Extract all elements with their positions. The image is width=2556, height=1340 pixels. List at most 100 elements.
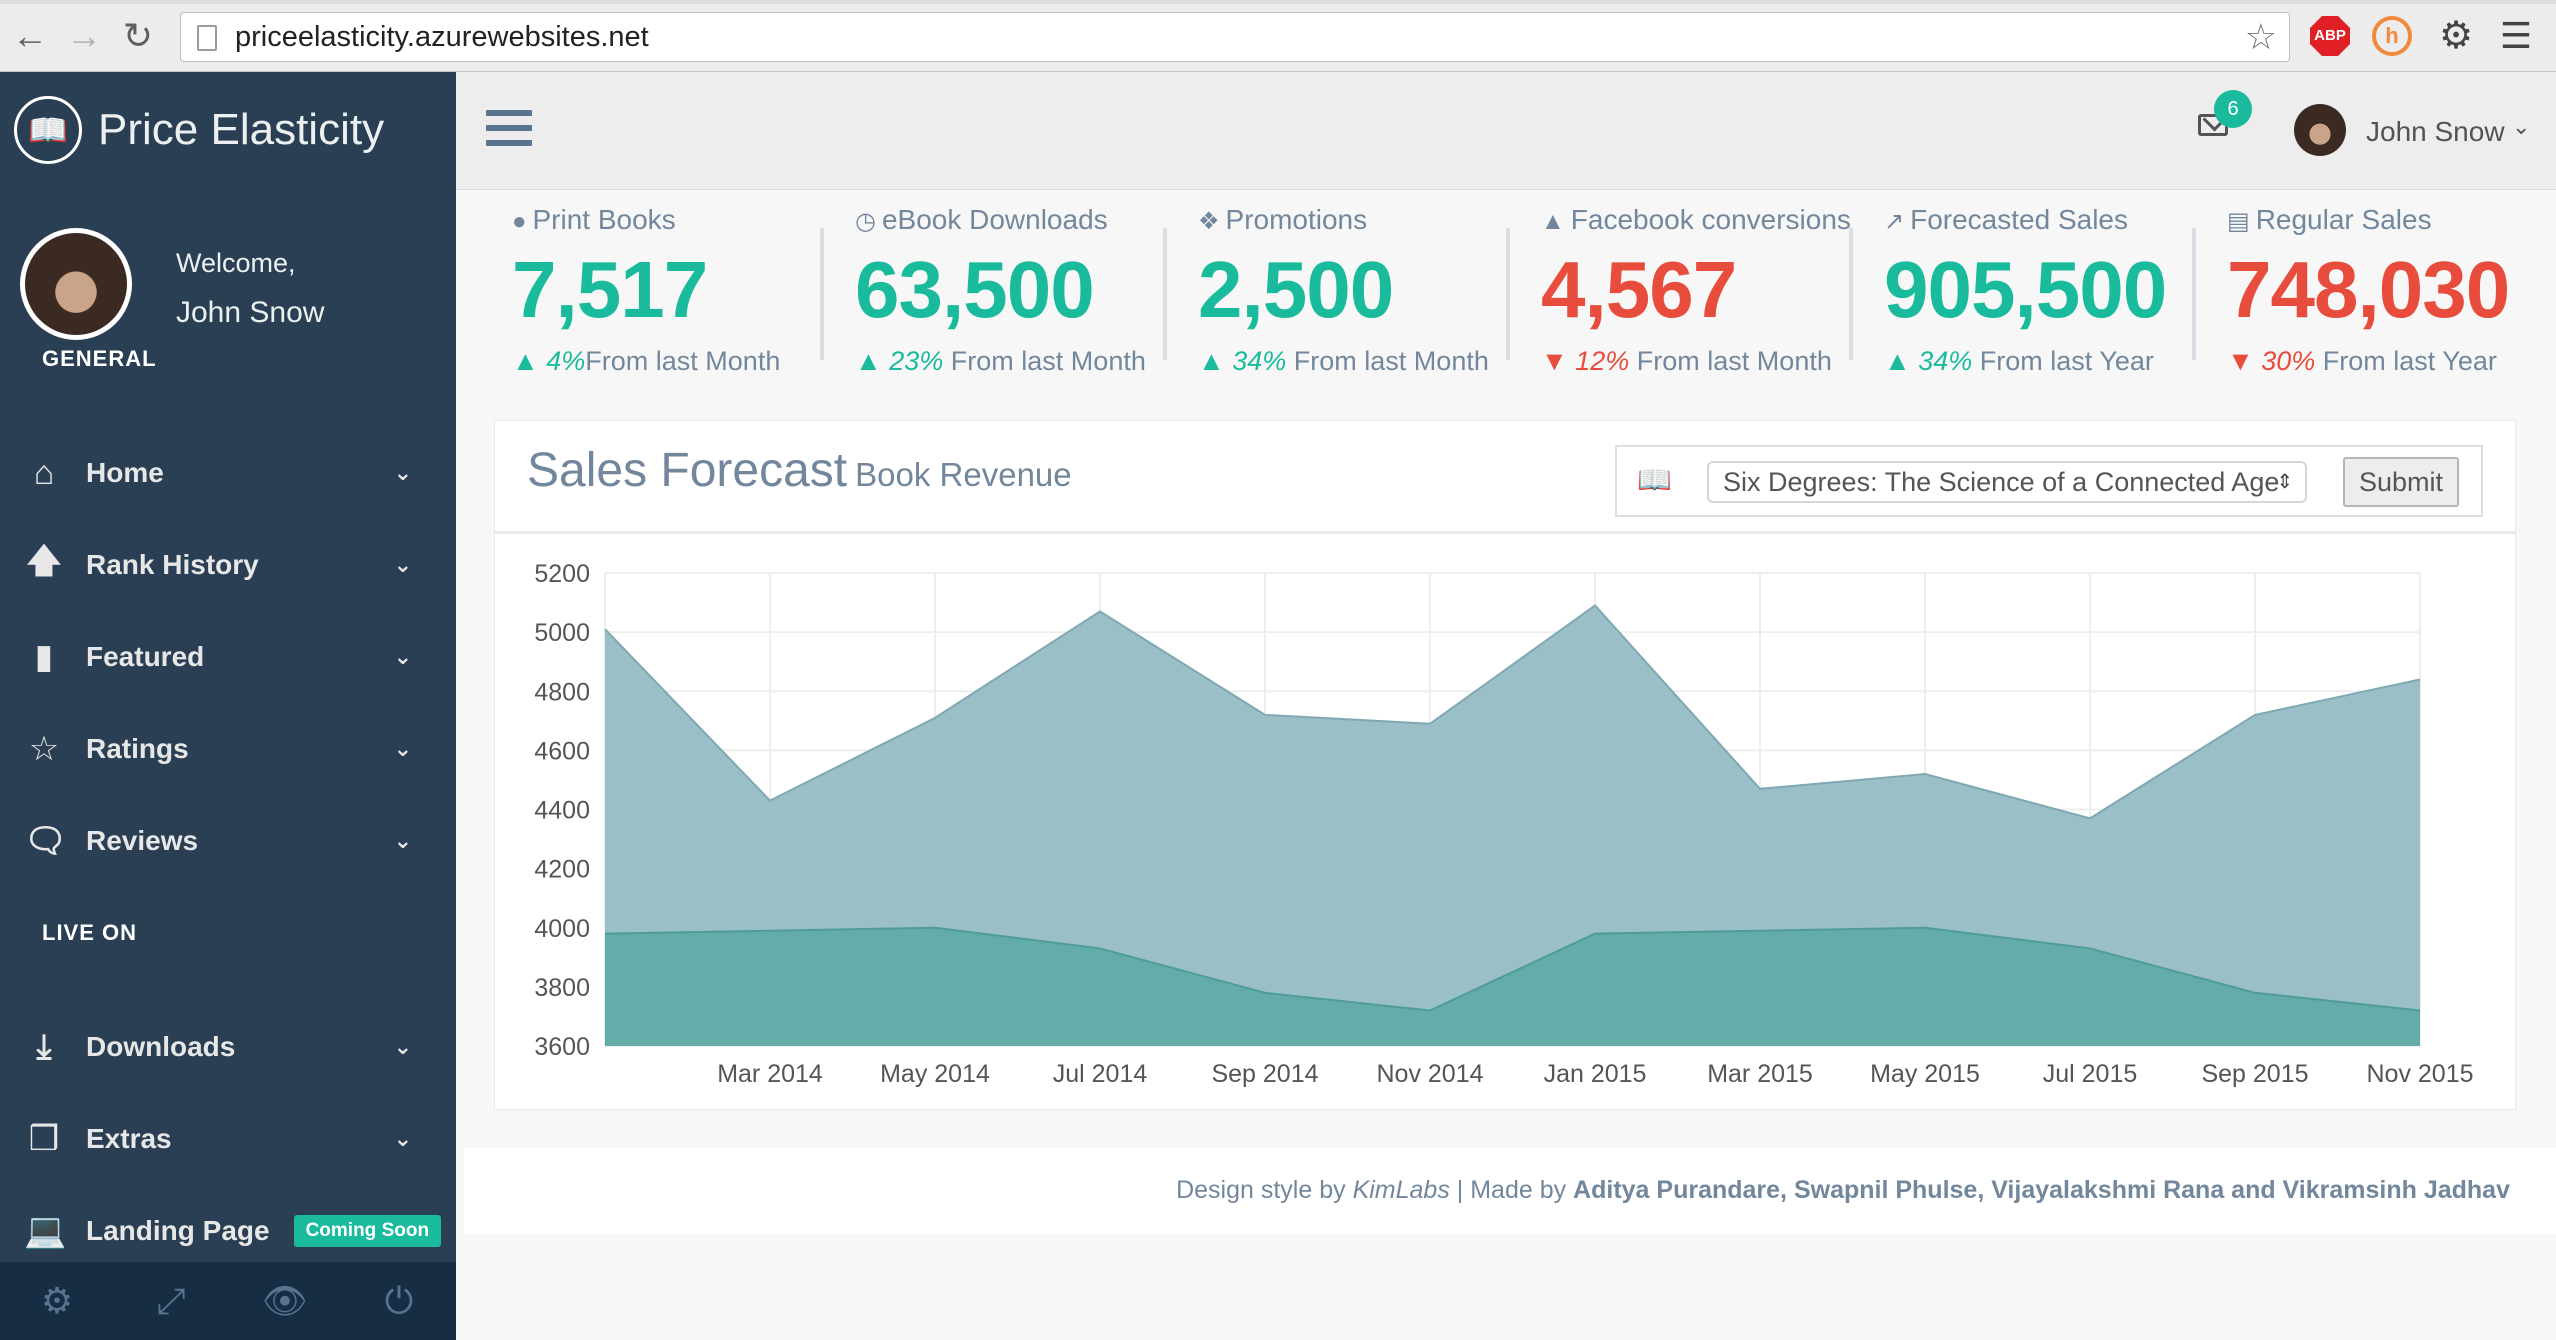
x-tick-label: Nov 2015: [2366, 1060, 2473, 1088]
stat-divider: [820, 228, 824, 360]
select-arrows-icon: ⇕: [2276, 471, 2293, 493]
stat-ebook-downloads: ◷ eBook Downloads 63,500 ▲ 23% From last …: [855, 204, 1185, 384]
stat-value: 7,517: [512, 245, 708, 334]
tags-icon: ❖: [1198, 208, 1220, 235]
panel-title: Sales Forecast Book Revenue: [527, 444, 1072, 497]
section-title-general: GENERAL: [42, 346, 157, 371]
book-select-form: 📖 Six Degrees: The Science of a Connecte…: [1615, 445, 2483, 517]
sidebar-item-featured[interactable]: ▮ Featured ⌄: [0, 622, 456, 692]
stat-value: 748,030: [2227, 245, 2510, 334]
chevron-down-icon: ⌄: [393, 644, 412, 669]
home-icon: ⌂: [33, 453, 55, 492]
stat-label: ● Print Books: [512, 204, 676, 235]
top-navbar: 6 John Snow ⌄: [456, 72, 2556, 190]
studio-name: KimLabs: [1352, 1176, 1450, 1204]
x-tick-label: Jul 2014: [1053, 1060, 1148, 1088]
user-avatar[interactable]: [2294, 104, 2346, 156]
credit-card-icon: ▤: [2227, 208, 2250, 235]
chevron-down-icon: ⌄: [393, 1126, 412, 1151]
x-tick-label: Jan 2015: [1544, 1060, 1647, 1088]
profile-avatar: [20, 228, 132, 340]
book-icon: 📖: [1637, 464, 1672, 495]
sidebar-item-downloads[interactable]: ⤓ Downloads ⌄: [0, 1012, 456, 1082]
sidebar-item-extras[interactable]: ❒ Extras ⌄: [0, 1104, 456, 1174]
footer-credits: Design style by KimLabs | Made by Aditya…: [1176, 1176, 2510, 1204]
book-select[interactable]: Six Degrees: The Science of a Connected …: [1707, 461, 2307, 503]
bookmark-star-icon[interactable]: ☆: [2245, 17, 2277, 57]
book-logo-icon: 📖: [14, 96, 82, 164]
fullscreen-icon[interactable]: ⤢: [114, 1262, 228, 1340]
sidebar-item-label: Landing Page: [86, 1215, 270, 1246]
x-tick-label: Nov 2014: [1376, 1060, 1483, 1088]
page-footer: Design style by KimLabs | Made by Aditya…: [464, 1148, 2556, 1234]
x-tick-label: Mar 2014: [717, 1060, 823, 1088]
stat-value: 2,500: [1198, 245, 1394, 334]
stat-value: 63,500: [855, 245, 1095, 334]
chevron-down-icon: ⌄: [393, 460, 412, 485]
stat-value: 905,500: [1884, 245, 2167, 334]
stat-change: ▲ 23% From last Month: [855, 346, 1146, 376]
thumbs-up-icon: ▲: [1541, 208, 1565, 235]
authors: Aditya Purandare, Swapnil Phulse, Vijaya…: [1573, 1176, 2510, 1204]
address-bar[interactable]: priceelasticity.azurewebsites.net ☆: [180, 12, 2290, 62]
sidebar-item-landing-page[interactable]: 💻 Landing Page Coming Soon: [0, 1196, 456, 1266]
sales-forecast-chart: 3600 3800 4000 4200 4400 4600 4800 5000 5200 Mar …: [495, 541, 2515, 1109]
gear-icon[interactable]: ⚙: [0, 1262, 114, 1340]
sidebar-item-label: Ratings: [86, 733, 189, 764]
adblock-extension-icon[interactable]: ABP: [2310, 16, 2350, 56]
x-tick-label: Mar 2015: [1707, 1060, 1813, 1088]
browser-menu-icon[interactable]: ☰: [2496, 16, 2536, 56]
stat-change: ▼ 12% From last Month: [1541, 346, 1832, 376]
browser-toolbar: ← → ↻ priceelasticity.azurewebsites.net …: [0, 0, 2556, 72]
x-tick-label: Sep 2015: [2201, 1060, 2308, 1088]
messages-count-badge: 6: [2214, 90, 2252, 128]
power-icon[interactable]: ⏻: [342, 1262, 456, 1340]
stat-forecasted-sales: ↗ Forecasted Sales 905,500 ▲ 34% From las…: [1884, 204, 2214, 384]
eye-slash-icon[interactable]: 👁: [228, 1262, 342, 1340]
y-tick-label: 4400: [534, 797, 590, 825]
y-tick-label: 5000: [534, 619, 590, 647]
stat-change: ▲ 34% From last Year: [1884, 346, 2154, 376]
bookmark-icon: ▮: [34, 638, 54, 676]
brand-link[interactable]: 📖 Price Elasticity: [14, 94, 384, 166]
stat-label: ◷ eBook Downloads: [855, 204, 1108, 235]
forward-arrow-icon[interactable]: →: [64, 16, 104, 56]
x-tick-label: Sep 2014: [1211, 1060, 1318, 1088]
sidebar: 📖 Price Elasticity Welcome, John Snow GE…: [0, 72, 456, 1340]
stat-label: ↗ Forecasted Sales: [1884, 204, 2128, 235]
y-tick-label: 4800: [534, 678, 590, 706]
panel-divider: [495, 531, 2515, 534]
stat-divider: [1849, 228, 1853, 360]
stat-value: 4,567: [1541, 245, 1737, 334]
reload-icon[interactable]: ↻: [118, 16, 158, 56]
laptop-icon: 💻: [24, 1212, 67, 1250]
user-menu-name[interactable]: John Snow: [2366, 116, 2505, 148]
sidebar-item-ratings[interactable]: ☆ Ratings ⌄: [0, 714, 456, 784]
sidebar-footer: ⚙ ⤢ 👁 ⏻: [0, 1262, 456, 1340]
back-arrow-icon[interactable]: ←: [10, 16, 50, 56]
caret-up-icon: ▲: [512, 346, 539, 376]
x-tick-label: May 2015: [1870, 1060, 1980, 1088]
sidebar-item-rank-history[interactable]: 🡅 Rank History ⌄: [0, 530, 456, 600]
submit-button[interactable]: Submit: [2343, 457, 2459, 507]
line-chart-icon: ↗: [1884, 208, 1905, 235]
y-tick-label: 3800: [534, 974, 590, 1002]
stat-divider: [1506, 228, 1510, 360]
y-tick-label: 3600: [534, 1033, 590, 1061]
brand-title: Price Elasticity: [98, 105, 385, 154]
chevron-down-icon[interactable]: ⌄: [2512, 114, 2530, 140]
stat-change: ▼ 30% From last Year: [2227, 346, 2497, 376]
caret-down-icon: ▼: [2227, 346, 2254, 376]
y-tick-label: 4200: [534, 856, 590, 884]
sidebar-item-reviews[interactable]: 🗨 Reviews ⌄: [0, 806, 456, 876]
y-tick-label: 5200: [534, 560, 590, 588]
caret-up-icon: ▲: [1198, 346, 1225, 376]
welcome-user-name: John Snow: [176, 296, 325, 329]
sidebar-item-label: Extras: [86, 1123, 172, 1154]
stat-label: ▲ Facebook conversions: [1541, 204, 1851, 235]
chevron-down-icon: ⌄: [393, 552, 412, 577]
sidebar-item-home[interactable]: ⌂ Home ⌄: [0, 438, 456, 508]
menu-toggle-icon[interactable]: [486, 110, 532, 155]
extension-h-icon[interactable]: h: [2372, 16, 2412, 56]
settings-gear-icon[interactable]: ⚙: [2436, 16, 2476, 56]
